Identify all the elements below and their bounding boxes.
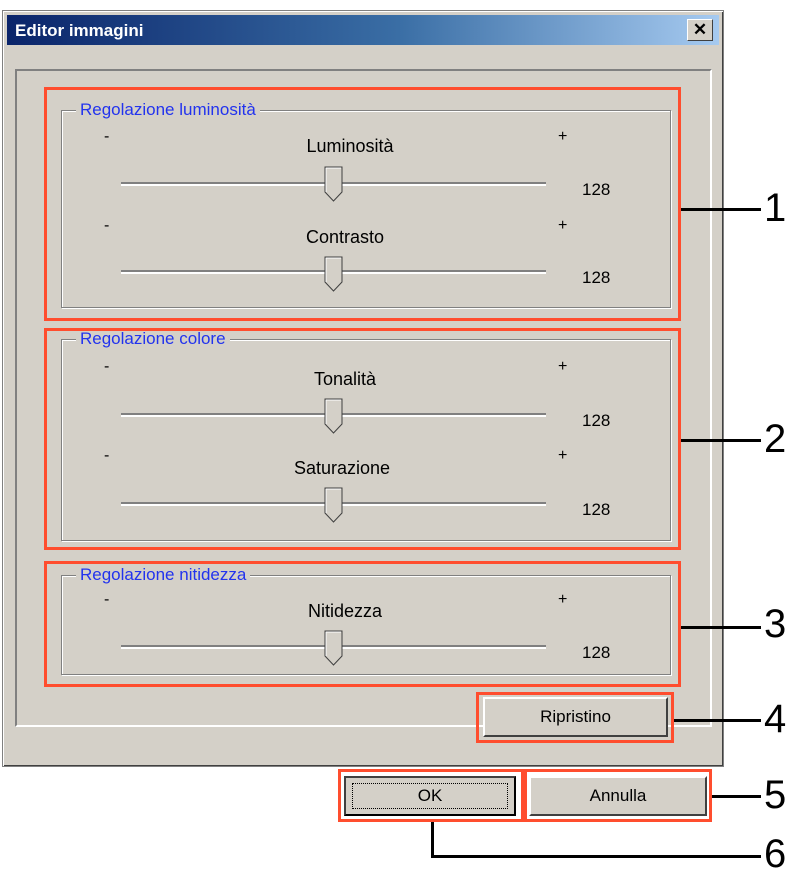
hue-value: 128 xyxy=(582,411,611,430)
callout-number-1: 1 xyxy=(764,186,787,230)
callout-number-4: 4 xyxy=(764,697,787,741)
saturation-minus: - xyxy=(104,447,110,464)
callout-line-6-vertical xyxy=(431,822,434,858)
callout-line-4 xyxy=(674,719,761,722)
brightness-value: 128 xyxy=(582,180,611,199)
callout-number-6: 6 xyxy=(764,832,787,876)
callout-box-3 xyxy=(44,561,681,687)
sharpness-slider-thumb[interactable] xyxy=(324,630,343,666)
sharpness-value: 128 xyxy=(582,643,611,662)
sharpness-plus: + xyxy=(558,591,568,608)
callout-line-6-horizontal xyxy=(431,855,761,858)
brightness-label: Luminosità xyxy=(306,136,394,156)
saturation-slider-thumb[interactable] xyxy=(324,487,343,523)
contrast-minus: - xyxy=(104,217,110,234)
hue-plus: + xyxy=(558,358,568,375)
callout-number-3: 3 xyxy=(764,602,787,646)
brightness-slider-thumb[interactable] xyxy=(324,166,343,202)
callout-number-2: 2 xyxy=(764,417,787,461)
contrast-slider-thumb[interactable] xyxy=(324,256,343,292)
contrast-plus: + xyxy=(558,217,568,234)
saturation-value: 128 xyxy=(582,500,611,519)
hue-slider-thumb[interactable] xyxy=(324,398,343,434)
saturation-plus: + xyxy=(558,447,568,464)
contrast-label: Contrasto xyxy=(305,227,385,247)
callout-box-4 xyxy=(476,692,674,743)
sharpness-label: Nitidezza xyxy=(307,601,383,621)
hue-label: Tonalità xyxy=(313,369,377,389)
callout-line-1 xyxy=(681,208,761,211)
sharpness-minus: - xyxy=(104,591,110,608)
close-icon: ✕ xyxy=(692,20,708,39)
callout-box-5 xyxy=(524,769,712,822)
brightness-minus: - xyxy=(104,128,110,145)
close-button[interactable]: ✕ xyxy=(687,19,713,41)
window-title: Editor immagini xyxy=(15,21,144,40)
callout-box-6 xyxy=(338,769,524,822)
contrast-value: 128 xyxy=(582,268,611,287)
callout-line-5 xyxy=(712,795,761,798)
hue-minus: - xyxy=(104,358,110,375)
title-bar[interactable]: Editor immagini ✕ xyxy=(7,15,719,45)
brightness-plus: + xyxy=(558,128,568,145)
callout-line-2 xyxy=(681,439,761,442)
callout-number-5: 5 xyxy=(764,773,787,817)
callout-line-3 xyxy=(681,626,761,629)
saturation-label: Saturazione xyxy=(293,458,391,478)
